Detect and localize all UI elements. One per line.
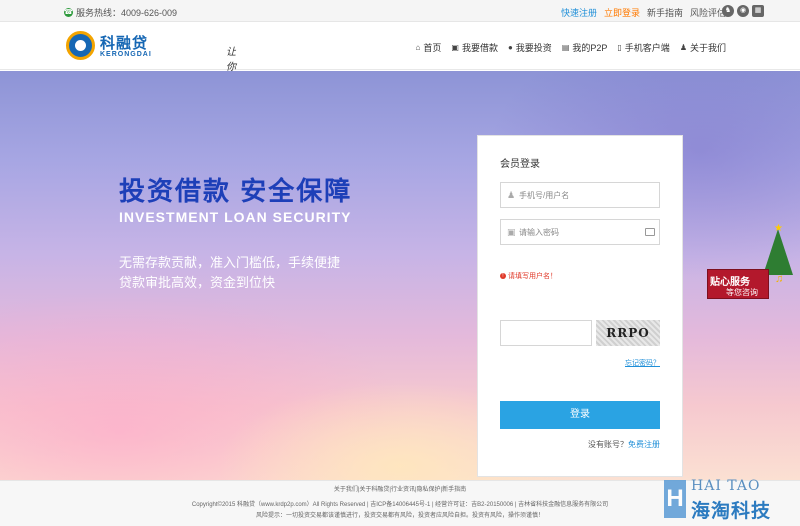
- logo-text-cn: 科融贷: [100, 35, 149, 52]
- nav-label: 我要借款: [461, 43, 498, 53]
- lock-icon: ▣: [507, 227, 516, 237]
- service-hotline: ☎ 服务热线：4009-626-009: [64, 6, 177, 19]
- hero-line-2: 贷款审批高效，资金到位快: [119, 275, 276, 290]
- service-badge-line1: 贴心服务: [710, 277, 750, 288]
- wallet-icon: ▣: [451, 43, 459, 52]
- nav-label: 首页: [423, 43, 442, 53]
- captcha-input[interactable]: [500, 320, 592, 346]
- quick-register-link[interactable]: 快速注册: [561, 6, 597, 19]
- username-input[interactable]: [519, 187, 644, 203]
- service-badge: 贴心服务 等您咨询: [707, 269, 769, 299]
- password-field[interactable]: ▣: [500, 219, 660, 245]
- wechat-icon[interactable]: ◉: [737, 5, 749, 17]
- qrcode-icon[interactable]: ▦: [752, 5, 764, 17]
- login-title: 会员登录: [500, 159, 540, 170]
- moneybag-icon: ●: [507, 43, 513, 52]
- error-icon: !: [500, 273, 506, 279]
- hero-banner: 投资借款 安全保障 INVESTMENT LOAN SECURITY 无需存款贡…: [0, 71, 800, 480]
- username-error-text: 请填写用户名！: [508, 273, 557, 280]
- user-icon: ♟: [507, 190, 516, 200]
- captcha-image[interactable]: RRPO: [596, 320, 660, 346]
- nav-label: 手机客户端: [624, 43, 670, 53]
- nav-home[interactable]: ⌂ 首页: [416, 41, 442, 54]
- login-panel: 会员登录 ♟ ! 请填写用户名！ ▣ RRPO 忘记密码？ 登录 没有账号？免费…: [477, 135, 683, 477]
- newbie-guide-link[interactable]: 新手指南: [647, 6, 683, 19]
- keyboard-icon[interactable]: [645, 228, 655, 236]
- nav-my-p2p[interactable]: ▤ 我的P2P: [562, 41, 608, 54]
- forgot-password-link[interactable]: 忘记密码？: [625, 358, 660, 368]
- main-nav: ⌂ 首页 ▣ 我要借款 ● 我要投资 ▤ 我的P2P ▯ 手机客户端 ♟ 关于我…: [416, 41, 726, 54]
- bell-icon: ♫: [775, 273, 784, 285]
- nav-label: 我的P2P: [572, 43, 608, 53]
- watermark-letter: H: [664, 480, 686, 518]
- username-error: ! 请填写用户名！: [500, 271, 557, 281]
- top-links: 快速注册 立即登录 新手指南 风险评估: [561, 6, 726, 19]
- free-register-link[interactable]: 免费注册: [628, 440, 660, 449]
- home-icon: ⌂: [415, 43, 421, 52]
- hero-subtitle-en: INVESTMENT LOAN SECURITY: [119, 209, 352, 225]
- risk-assessment-link[interactable]: 风险评估: [690, 6, 726, 19]
- hero-title: 投资借款 安全保障: [119, 176, 353, 206]
- watermark: H HAI TAO 海淘科技: [664, 476, 796, 524]
- logo-text-en: KERONGDAI: [100, 51, 152, 58]
- logo-mark-icon: [66, 31, 95, 60]
- qq-icon[interactable]: ♞: [722, 5, 734, 17]
- username-field[interactable]: ♟: [500, 182, 660, 208]
- nav-about-us[interactable]: ♟ 关于我们: [680, 41, 726, 54]
- phone-icon: ☎: [64, 8, 73, 17]
- site-logo[interactable]: 科融贷 KERONGDAI 让你爱上投资!: [66, 30, 240, 133]
- user-icon: ♟: [679, 43, 687, 52]
- login-now-link[interactable]: 立即登录: [604, 6, 640, 19]
- top-bar: ☎ 服务热线：4009-626-009 快速注册 立即登录 新手指南 风险评估 …: [0, 0, 800, 22]
- hotline-text: 服务热线：4009-626-009: [76, 8, 178, 18]
- login-button[interactable]: 登录: [500, 401, 660, 429]
- customer-service-widget[interactable]: ★ 贴心服务 等您咨询 ♫: [707, 223, 795, 303]
- nav-borrow[interactable]: ▣ 我要借款: [451, 41, 498, 54]
- nav-mobile-client[interactable]: ▯ 手机客户端: [617, 41, 669, 54]
- no-account-prompt: 没有账号？免费注册: [588, 439, 660, 450]
- nav-label: 关于我们: [689, 43, 726, 53]
- watermark-cn: 海淘科技: [691, 501, 772, 522]
- nav-invest[interactable]: ● 我要投资: [508, 41, 552, 54]
- password-input[interactable]: [519, 224, 644, 240]
- mobile-icon: ▯: [617, 43, 622, 52]
- nav-label: 我要投资: [515, 43, 552, 53]
- doc-icon: ▤: [561, 43, 570, 52]
- main-header: 科融贷 KERONGDAI 让你爱上投资! ⌂ 首页 ▣ 我要借款 ● 我要投资…: [0, 22, 800, 133]
- watermark-en: HAI TAO: [691, 478, 761, 494]
- service-badge-line2: 等您咨询: [726, 288, 758, 297]
- no-account-text: 没有账号？: [588, 440, 628, 449]
- hero-line-1: 无需存款贡献，准入门槛低，手续便捷: [119, 255, 341, 270]
- star-icon: ★: [774, 223, 783, 234]
